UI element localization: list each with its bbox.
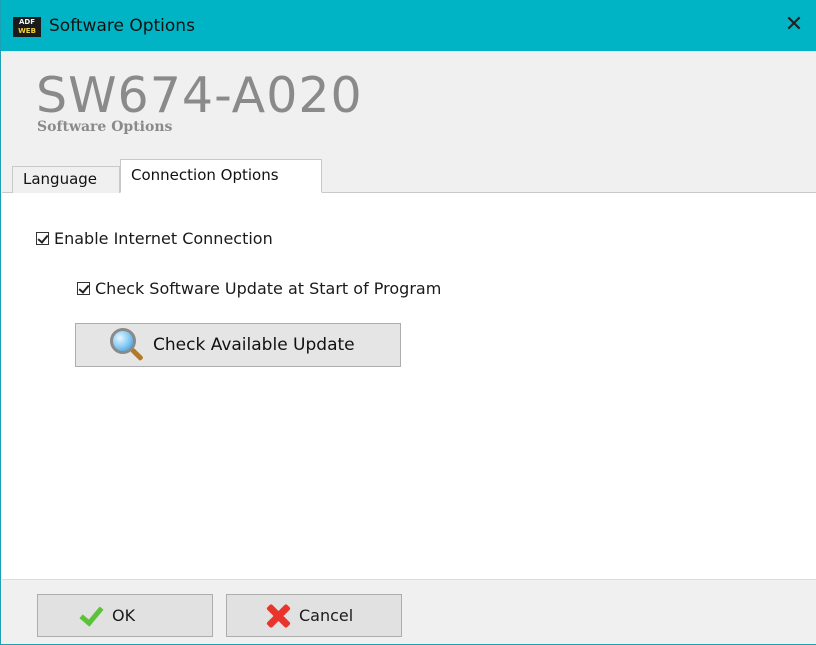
header-area: SW674-A020 Software Options bbox=[2, 51, 816, 159]
check-update-at-start-row[interactable]: Check Software Update at Start of Progra… bbox=[77, 279, 441, 298]
product-code: SW674-A020 bbox=[36, 67, 363, 124]
app-icon: ADF WEB bbox=[13, 17, 41, 37]
connection-options-panel: Enable Internet Connection Check Softwar… bbox=[2, 193, 816, 579]
enable-internet-label: Enable Internet Connection bbox=[54, 229, 273, 248]
magnifier-icon bbox=[105, 325, 145, 365]
tab-language[interactable]: Language bbox=[12, 166, 120, 193]
tab-connection-options[interactable]: Connection Options bbox=[120, 159, 322, 193]
tab-bar: Language Connection Options bbox=[2, 159, 816, 193]
app-icon-line2: WEB bbox=[18, 27, 36, 35]
check-update-at-start-label: Check Software Update at Start of Progra… bbox=[95, 279, 442, 298]
checkmark-icon bbox=[76, 604, 104, 628]
enable-internet-checkbox[interactable] bbox=[36, 232, 49, 245]
ok-label: OK bbox=[112, 606, 136, 625]
close-icon[interactable]: ✕ bbox=[781, 12, 807, 38]
window-title: Software Options bbox=[49, 16, 195, 36]
check-update-at-start-checkbox[interactable] bbox=[77, 282, 90, 295]
cancel-label: Cancel bbox=[299, 606, 354, 625]
check-available-update-button[interactable]: Check Available Update bbox=[75, 323, 401, 367]
title-bar[interactable]: ADF WEB Software Options ✕ bbox=[1, 0, 816, 51]
footer-bar: OK Cancel bbox=[2, 579, 816, 644]
app-icon-line1: ADF bbox=[18, 18, 35, 26]
cancel-button[interactable]: Cancel bbox=[226, 594, 402, 637]
enable-internet-row[interactable]: Enable Internet Connection bbox=[36, 229, 273, 248]
software-options-window: ADF WEB Software Options ✕ SW674-A020 So… bbox=[0, 0, 816, 645]
ok-button[interactable]: OK bbox=[37, 594, 213, 637]
check-available-update-label: Check Available Update bbox=[153, 335, 355, 355]
red-x-icon bbox=[263, 601, 293, 631]
product-subtitle: Software Options bbox=[37, 119, 173, 135]
